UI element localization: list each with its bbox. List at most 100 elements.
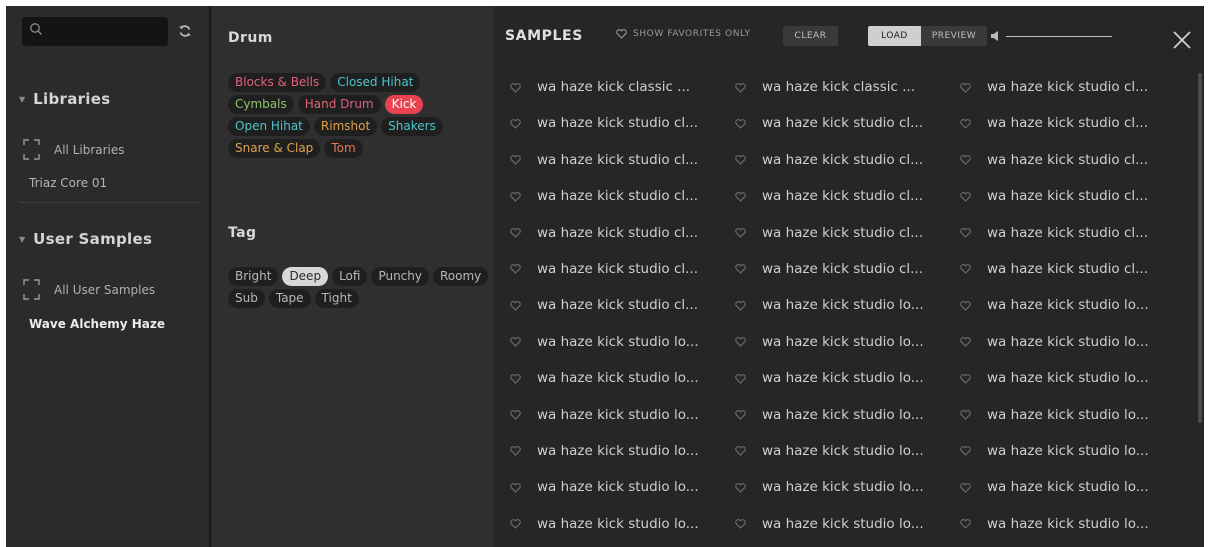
tag-chip[interactable]: Sub bbox=[228, 289, 265, 308]
drum-chip[interactable]: Shakers bbox=[381, 117, 443, 136]
sample-item[interactable]: wa haze kick studio cl... bbox=[944, 146, 1148, 174]
sample-item[interactable]: wa haze kick studio cl... bbox=[494, 109, 698, 137]
sample-item[interactable]: wa haze kick studio cl... bbox=[719, 109, 923, 137]
sample-item[interactable]: wa haze kick classic ... bbox=[719, 73, 915, 101]
close-icon[interactable] bbox=[1172, 30, 1192, 50]
sample-item[interactable]: wa haze kick studio cl... bbox=[494, 146, 698, 174]
sample-item[interactable]: wa haze kick studio cl... bbox=[944, 73, 1148, 101]
favorite-heart-icon[interactable] bbox=[510, 187, 522, 206]
favorite-heart-icon[interactable] bbox=[510, 78, 522, 97]
refresh-icon[interactable] bbox=[178, 24, 192, 38]
favorite-heart-icon[interactable] bbox=[735, 369, 747, 388]
favorite-heart-icon[interactable] bbox=[510, 441, 522, 460]
favorite-heart-icon[interactable] bbox=[510, 150, 522, 169]
sample-item[interactable]: wa haze kick studio lo... bbox=[719, 473, 924, 501]
favorite-heart-icon[interactable] bbox=[510, 259, 522, 278]
favorite-heart-icon[interactable] bbox=[735, 259, 747, 278]
favorite-heart-icon[interactable] bbox=[510, 114, 522, 133]
volume-slider[interactable] bbox=[1006, 36, 1112, 37]
sample-item[interactable]: wa haze kick studio lo... bbox=[944, 510, 1149, 538]
favorite-heart-icon[interactable] bbox=[510, 369, 522, 388]
sample-item[interactable]: wa haze kick studio lo... bbox=[494, 437, 699, 465]
favorite-heart-icon[interactable] bbox=[960, 150, 972, 169]
tag-chip[interactable]: Bright bbox=[228, 267, 279, 286]
tag-chip[interactable]: Tight bbox=[314, 289, 359, 308]
speaker-icon[interactable] bbox=[991, 31, 999, 41]
favorite-heart-icon[interactable] bbox=[510, 332, 522, 351]
sample-item[interactable]: wa haze kick studio cl... bbox=[944, 219, 1148, 247]
favorite-heart-icon[interactable] bbox=[735, 441, 747, 460]
favorite-heart-icon[interactable] bbox=[510, 478, 522, 497]
favorite-heart-icon[interactable] bbox=[510, 296, 522, 315]
drum-chip[interactable]: Blocks & Bells bbox=[228, 73, 327, 92]
favorite-heart-icon[interactable] bbox=[735, 150, 747, 169]
sample-item[interactable]: wa haze kick studio cl... bbox=[719, 146, 923, 174]
favorite-heart-icon[interactable] bbox=[735, 114, 747, 133]
favorite-heart-icon[interactable] bbox=[960, 441, 972, 460]
libraries-header[interactable]: ▼ Libraries bbox=[19, 90, 110, 108]
sample-item[interactable]: wa haze kick studio cl... bbox=[719, 182, 923, 210]
tag-chip[interactable]: Deep bbox=[282, 267, 329, 286]
sample-item[interactable]: wa haze kick studio lo... bbox=[719, 401, 924, 429]
favorite-heart-icon[interactable] bbox=[510, 223, 522, 242]
favorite-heart-icon[interactable] bbox=[735, 514, 747, 533]
favorite-heart-icon[interactable] bbox=[735, 78, 747, 97]
sample-item[interactable]: wa haze kick studio lo... bbox=[944, 437, 1149, 465]
favorite-heart-icon[interactable] bbox=[960, 78, 972, 97]
sample-item[interactable]: wa haze kick studio lo... bbox=[719, 291, 924, 319]
sample-item[interactable]: wa haze kick studio cl... bbox=[719, 255, 923, 283]
sample-item[interactable]: wa haze kick studio lo... bbox=[719, 364, 924, 392]
sample-item[interactable]: wa haze kick studio lo... bbox=[944, 364, 1149, 392]
preview-button[interactable]: PREVIEW bbox=[921, 26, 987, 46]
sample-item[interactable]: wa haze kick classic ... bbox=[494, 73, 690, 101]
sample-item[interactable]: wa haze kick studio lo... bbox=[494, 510, 699, 538]
all-libraries-item[interactable]: All Libraries bbox=[23, 139, 125, 160]
favorite-heart-icon[interactable] bbox=[735, 332, 747, 351]
library-item-triaz[interactable]: Triaz Core 01 bbox=[29, 176, 107, 190]
favorite-heart-icon[interactable] bbox=[960, 114, 972, 133]
favorite-heart-icon[interactable] bbox=[735, 405, 747, 424]
drum-chip[interactable]: Cymbals bbox=[228, 95, 294, 114]
drum-chip[interactable]: Kick bbox=[384, 95, 424, 114]
favorite-heart-icon[interactable] bbox=[735, 478, 747, 497]
sample-item[interactable]: wa haze kick studio cl... bbox=[944, 182, 1148, 210]
user-samples-header[interactable]: ▼ User Samples bbox=[19, 230, 152, 248]
favorite-heart-icon[interactable] bbox=[960, 223, 972, 242]
sample-item[interactable]: wa haze kick studio lo... bbox=[719, 437, 924, 465]
favorite-heart-icon[interactable] bbox=[735, 187, 747, 206]
scrollbar[interactable] bbox=[1198, 73, 1202, 423]
drum-chip[interactable]: Rimshot bbox=[313, 117, 378, 136]
sample-item[interactable]: wa haze kick studio cl... bbox=[944, 109, 1148, 137]
favorite-heart-icon[interactable] bbox=[960, 514, 972, 533]
sample-item[interactable]: wa haze kick studio lo... bbox=[944, 473, 1149, 501]
sample-item[interactable]: wa haze kick studio cl... bbox=[719, 219, 923, 247]
favorite-heart-icon[interactable] bbox=[735, 296, 747, 315]
drum-chip[interactable]: Hand Drum bbox=[297, 95, 381, 114]
search-input[interactable] bbox=[22, 17, 168, 46]
clear-button[interactable]: CLEAR bbox=[783, 26, 838, 46]
favorite-heart-icon[interactable] bbox=[735, 223, 747, 242]
sample-item[interactable]: wa haze kick studio cl... bbox=[494, 182, 698, 210]
favorite-heart-icon[interactable] bbox=[960, 296, 972, 315]
drum-chip[interactable]: Snare & Clap bbox=[228, 139, 321, 158]
sample-item[interactable]: wa haze kick studio lo... bbox=[719, 510, 924, 538]
favorite-heart-icon[interactable] bbox=[960, 187, 972, 206]
load-button[interactable]: LOAD bbox=[868, 26, 921, 46]
sample-item[interactable]: wa haze kick studio lo... bbox=[494, 328, 699, 356]
sample-item[interactable]: wa haze kick studio cl... bbox=[494, 255, 698, 283]
drum-chip[interactable]: Open Hihat bbox=[228, 117, 310, 136]
sample-item[interactable]: wa haze kick studio cl... bbox=[944, 255, 1148, 283]
favorite-heart-icon[interactable] bbox=[510, 514, 522, 533]
user-library-item-wave-alchemy[interactable]: Wave Alchemy Haze bbox=[29, 317, 165, 331]
sample-item[interactable]: wa haze kick studio lo... bbox=[944, 401, 1149, 429]
favorite-heart-icon[interactable] bbox=[510, 405, 522, 424]
sample-item[interactable]: wa haze kick studio lo... bbox=[944, 291, 1149, 319]
tag-chip[interactable]: Lofi bbox=[332, 267, 368, 286]
sample-item[interactable]: wa haze kick studio lo... bbox=[494, 364, 699, 392]
favorite-heart-icon[interactable] bbox=[960, 259, 972, 278]
sample-item[interactable]: wa haze kick studio cl... bbox=[494, 219, 698, 247]
tag-chip[interactable]: Roomy bbox=[432, 267, 489, 286]
sample-item[interactable]: wa haze kick studio lo... bbox=[494, 401, 699, 429]
favorite-heart-icon[interactable] bbox=[960, 405, 972, 424]
sample-item[interactable]: wa haze kick studio cl... bbox=[494, 291, 698, 319]
